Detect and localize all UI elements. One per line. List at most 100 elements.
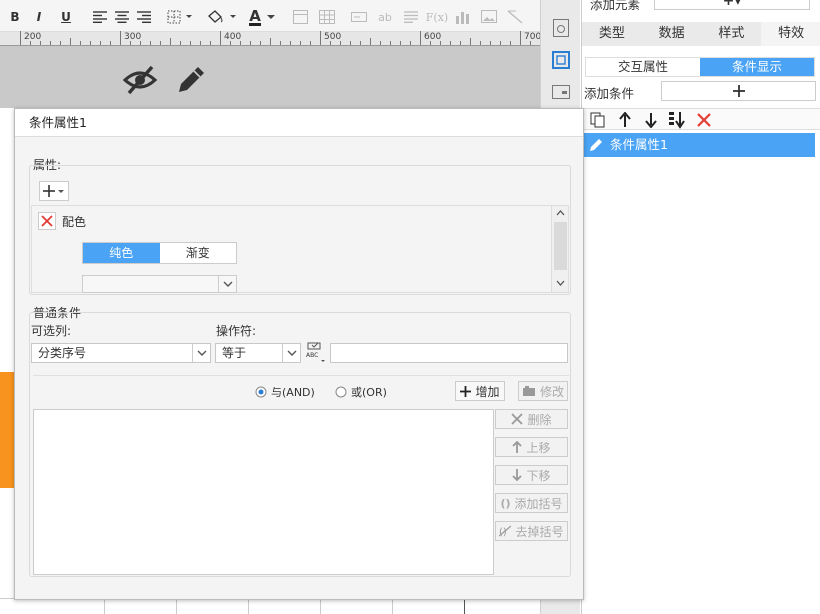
page-settings-icon[interactable]: [549, 16, 573, 40]
ruler-tick: [440, 41, 441, 45]
delete-icon[interactable]: [696, 112, 712, 131]
move-down-icon[interactable]: [644, 112, 658, 131]
ruler-mark: 600: [424, 32, 442, 42]
add-element-label: 添加元素: [590, 0, 641, 12]
ruler-tick: [480, 41, 481, 45]
slash-icon[interactable]: [506, 8, 524, 26]
effect-subtabs: 交互属性 条件显示: [585, 57, 815, 77]
align-center-icon[interactable]: [114, 8, 130, 26]
image-icon[interactable]: [480, 8, 498, 26]
move-up-icon[interactable]: [618, 111, 632, 131]
copy-icon[interactable]: [590, 112, 606, 131]
radio-and-label: 与(AND): [271, 386, 315, 399]
tab-effects[interactable]: 特效: [761, 22, 820, 46]
add-condition-button[interactable]: [661, 81, 816, 101]
scroll-thumb[interactable]: [554, 222, 567, 270]
ruler-tick: [200, 41, 201, 45]
radio-empty-icon: [335, 386, 347, 398]
move-down-button[interactable]: 下移: [495, 465, 568, 485]
ruler-tick: [130, 41, 131, 45]
widget-icon[interactable]: [549, 80, 573, 104]
modify-button[interactable]: 修改: [518, 381, 568, 401]
chart-icon[interactable]: [454, 8, 472, 26]
ruler-tick: [470, 38, 471, 45]
fill-color-icon[interactable]: [206, 8, 238, 26]
delete-button[interactable]: 删除: [495, 409, 568, 429]
ruler-tick: [270, 38, 271, 45]
grid-icon[interactable]: [318, 8, 336, 26]
italic-button[interactable]: I: [32, 8, 46, 26]
scroll-up-icon[interactable]: [556, 210, 565, 216]
ruler-mark: 400: [224, 32, 242, 42]
formula-icon[interactable]: F(x): [426, 8, 448, 26]
ruler-tick: [250, 41, 251, 45]
ruler-tick: [170, 38, 171, 45]
horizontal-ruler: 200 300 400 500 600 700: [0, 31, 541, 46]
align-right-icon[interactable]: [136, 8, 152, 26]
attribute-list: 配色 纯色 渐变: [31, 205, 569, 293]
tab-style[interactable]: 样式: [702, 22, 762, 46]
add-button[interactable]: 增加: [455, 381, 505, 401]
attribute-scrollbar[interactable]: [551, 206, 568, 292]
ruler-tick: [320, 31, 321, 45]
operator-select[interactable]: 等于: [215, 343, 301, 363]
condition-list[interactable]: [33, 409, 494, 575]
font-color-button[interactable]: A: [246, 8, 280, 26]
add-element-dropdown[interactable]: +▾: [654, 0, 810, 10]
radio-or[interactable]: 或(OR): [335, 384, 387, 400]
move-up-button[interactable]: 上移: [495, 437, 568, 457]
text-icon[interactable]: ab: [376, 8, 394, 26]
bracket-icon: (): [500, 496, 511, 510]
tab-data[interactable]: 数据: [642, 22, 702, 46]
formula-editor-icon[interactable]: ABC: [305, 341, 327, 363]
subtab-condition-display[interactable]: 条件显示: [700, 58, 814, 76]
add-bracket-button[interactable]: () 添加括号: [495, 493, 568, 513]
ruler-tick: [510, 41, 511, 45]
solid-color-option[interactable]: 纯色: [83, 243, 160, 263]
remove-bracket-label: 去掉括号: [515, 524, 564, 539]
bold-button[interactable]: B: [8, 8, 22, 26]
ruler-mark: 300: [124, 32, 142, 42]
ruler-tick: [520, 31, 521, 45]
ruler-tick: [310, 41, 311, 45]
add-condition-label: 添加条件: [584, 86, 635, 101]
delete-x-icon: [511, 413, 524, 425]
radio-selected-icon: [255, 386, 267, 398]
gradient-option[interactable]: 渐变: [159, 243, 236, 263]
ruler-tick: [360, 41, 361, 45]
ruler-tick: [450, 41, 451, 45]
frame-select-icon[interactable]: [549, 48, 573, 72]
column-label: 可选列:: [31, 324, 72, 338]
remove-attribute-icon[interactable]: [38, 212, 56, 230]
ruler-tick: [210, 41, 211, 45]
chevron-down-icon: [192, 344, 210, 362]
add-attribute-button[interactable]: [39, 181, 69, 201]
ruler-tick: [100, 41, 101, 45]
panel-tabs: 类型 数据 样式 特效: [582, 22, 820, 46]
edit-icon[interactable]: [174, 63, 208, 97]
table-style-icon[interactable]: [292, 8, 308, 26]
edit-icon: [588, 137, 604, 156]
hide-icon[interactable]: [122, 64, 158, 96]
remove-bracket-button[interactable]: () 去掉括号: [495, 521, 568, 541]
ruler-tick: [30, 41, 31, 45]
textfield-icon[interactable]: [350, 8, 368, 26]
subtab-interaction[interactable]: 交互属性: [586, 58, 700, 76]
column-select[interactable]: 分类序号: [31, 343, 211, 363]
radio-and[interactable]: 与(AND): [255, 384, 315, 400]
align-left-icon[interactable]: [92, 8, 108, 26]
border-icon[interactable]: [166, 8, 196, 26]
ruler-mark: 200: [24, 32, 42, 42]
ruler-tick: [380, 41, 381, 45]
ruler-tick: [430, 41, 431, 45]
scroll-down-icon[interactable]: [556, 280, 565, 286]
tab-type[interactable]: 类型: [582, 22, 642, 46]
value-input[interactable]: [330, 343, 568, 363]
color-select[interactable]: [82, 275, 237, 293]
move-bottom-icon[interactable]: [668, 111, 686, 132]
paragraph-icon[interactable]: [402, 8, 420, 26]
condition-item[interactable]: 条件属性1: [584, 133, 815, 157]
underline-button[interactable]: U: [58, 8, 74, 26]
ruler-tick: [180, 41, 181, 45]
attribute-name: 配色: [62, 215, 87, 229]
